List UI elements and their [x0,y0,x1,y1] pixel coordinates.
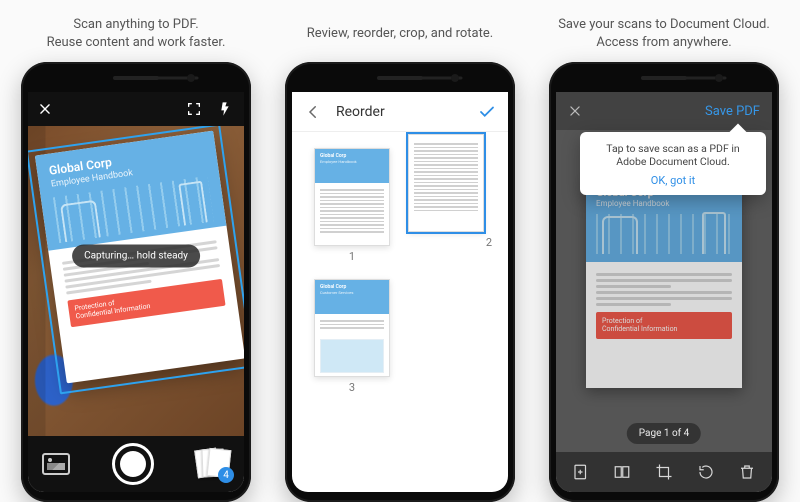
caption-3: Save your scans to Document Cloud. Acces… [558,14,770,54]
edit-toolbar [556,452,772,492]
column-1: Scan anything to PDF. Reuse content and … [11,14,261,502]
back-arrow-icon[interactable] [304,103,322,121]
camera-viewport: Global Corp Employee Handbook Protection… [28,126,244,436]
page-indicator: Page 1 of 4 [627,423,701,444]
doc-callout: Protection of Confidential Information [596,312,732,339]
camera-top-right [186,101,234,117]
reorder-grid: Global CorpEmployee Handbook 1 2 Global … [292,132,508,410]
phone-screen-3: Save PDF Tap to save scan as a PDF in Ad… [556,92,772,492]
thumb-number: 3 [349,381,355,394]
caption-1: Scan anything to PDF. Reuse content and … [47,14,226,54]
doc-callout: Protection of Confidential Information [67,279,225,327]
popover-ok-button[interactable]: OK, got it [592,174,754,187]
popover-text: Tap to save scan as a PDF in Adobe Docum… [592,142,754,168]
gallery-icon[interactable] [42,453,70,475]
capture-toast: Capturing… hold steady [72,245,200,268]
crop-icon[interactable] [649,457,679,487]
thumb-number: 2 [486,236,492,249]
confirm-check-icon[interactable] [478,103,496,121]
phone-screen-1: Global Corp Employee Handbook Protection… [28,92,244,492]
reorder-top-bar: Reorder [292,92,508,132]
camera-top-bar [28,92,244,126]
save-pdf-button[interactable]: Save PDF [705,104,760,119]
document-preview[interactable]: Global Corp Employee Handbook Protection… [586,178,742,388]
camera-bottom-bar: 4 [28,436,244,492]
focus-frame-icon[interactable] [186,101,202,117]
phone-screen-2: Reorder Global CorpEmployee Handbook 1 [292,92,508,492]
page-thumb-dragging[interactable]: 2 [408,134,484,249]
caption-2: Review, reorder, crop, and rotate. [307,14,493,54]
showcase-row: Scan anything to PDF. Reuse content and … [0,0,800,502]
phone-frame-2: Reorder Global CorpEmployee Handbook 1 [285,62,515,502]
add-page-icon[interactable] [566,457,596,487]
page-thumb-3[interactable]: Global CorpCustomer Services 3 [314,279,390,394]
close-icon[interactable] [568,104,582,118]
thumb-number: 1 [349,250,355,263]
column-3: Save your scans to Document Cloud. Acces… [539,14,789,502]
reorder-icon[interactable] [607,457,637,487]
column-2: Review, reorder, crop, and rotate. Reord… [275,14,525,502]
reorder-title: Reorder [336,104,385,120]
doc-illustration [596,214,732,254]
flash-auto-icon[interactable] [218,101,234,117]
page-stack-button[interactable]: 4 [196,449,230,479]
close-icon[interactable] [38,102,52,116]
save-popover: Tap to save scan as a PDF in Adobe Docum… [580,132,766,195]
doc-subtitle: Employee Handbook [596,199,732,208]
phone-frame-3: Save PDF Tap to save scan as a PDF in Ad… [549,62,779,502]
thumb-illustration [320,339,384,373]
page-count-badge: 4 [218,467,234,483]
rotate-icon[interactable] [691,457,721,487]
page-thumb-1[interactable]: Global CorpEmployee Handbook 1 [314,148,390,263]
phone-frame-1: Global Corp Employee Handbook Protection… [21,62,251,502]
delete-icon[interactable] [732,457,762,487]
shutter-button[interactable] [112,443,154,485]
